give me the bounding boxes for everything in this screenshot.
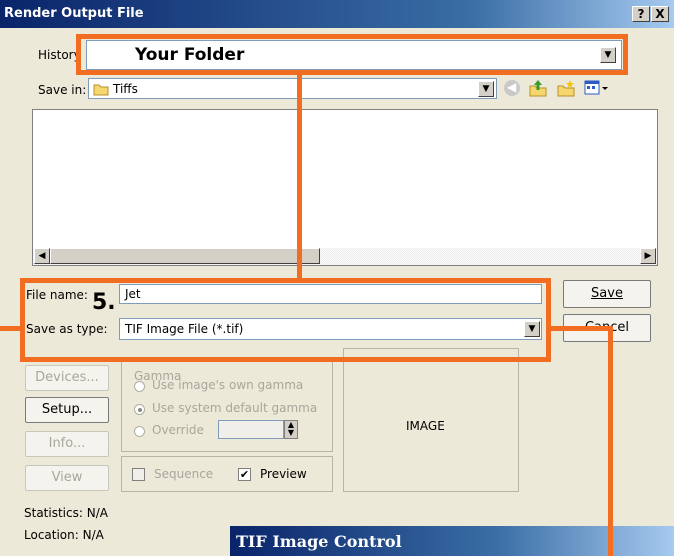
save-in-dropdown[interactable]: Tiffs ▼ (88, 78, 497, 99)
save-button[interactable]: Save (563, 280, 651, 308)
gamma-option-default: Use system default gamma (152, 401, 318, 415)
tif-control-title: TIF Image Control (236, 532, 402, 551)
horizontal-scrollbar[interactable]: ◀ ▶ (33, 248, 657, 265)
view-menu-icon[interactable] (584, 80, 610, 96)
step-number-label: 5. (92, 290, 116, 315)
devices-button[interactable]: Devices... (25, 365, 109, 391)
statistics-text: Statistics: N/A (24, 506, 108, 520)
spinner-icon[interactable]: ▲ ▼ (284, 420, 298, 439)
back-icon[interactable]: ◀ (504, 80, 520, 96)
save-button-label: Save (591, 286, 623, 301)
gamma-option-override: Override (152, 423, 204, 437)
info-button[interactable]: Info... (25, 431, 109, 457)
history-label: History (38, 48, 81, 62)
preview-checkbox[interactable]: ✔ (238, 468, 251, 481)
help-button[interactable]: ? (632, 6, 650, 22)
save-in-label: Save in: (38, 83, 87, 97)
sequence-checkbox[interactable] (132, 468, 145, 481)
new-folder-icon[interactable] (556, 78, 576, 98)
connector-line-right (549, 326, 613, 331)
gamma-option-own: Use image's own gamma (152, 378, 304, 392)
preview-label: Preview (260, 467, 307, 481)
connector-line-down (608, 326, 613, 556)
gamma-radio-own[interactable] (134, 381, 145, 392)
close-button[interactable]: X (651, 6, 669, 22)
setup-button[interactable]: Setup... (25, 397, 109, 423)
connector-line-vertical (297, 72, 302, 283)
options-group: Sequence ✔ Preview (121, 456, 333, 492)
location-text: Location: N/A (24, 528, 104, 542)
folder-icon (93, 84, 109, 96)
scrollbar-thumb[interactable] (50, 248, 320, 264)
gamma-radio-default[interactable] (134, 404, 145, 415)
window-title: Render Output File (4, 6, 144, 21)
image-preview: IMAGE (343, 348, 519, 492)
save-in-value: Tiffs (113, 82, 138, 96)
chevron-down-icon[interactable]: ▼ (478, 81, 494, 97)
title-bar: Render Output File ? X (0, 0, 674, 28)
scroll-right-icon[interactable]: ▶ (640, 248, 656, 264)
gamma-group: Gamma Use image's own gamma Use system d… (121, 358, 333, 452)
view-button[interactable]: View (25, 465, 109, 491)
gamma-radio-override[interactable] (134, 426, 145, 437)
up-folder-icon[interactable] (528, 78, 548, 98)
highlight-history-box (76, 34, 628, 75)
image-preview-label: IMAGE (406, 419, 445, 433)
connector-line-left (0, 326, 22, 331)
scroll-left-icon[interactable]: ◀ (34, 248, 50, 264)
gamma-override-input[interactable] (218, 420, 284, 439)
sequence-label: Sequence (154, 467, 214, 481)
file-list[interactable]: ◀ ▶ (32, 109, 658, 266)
